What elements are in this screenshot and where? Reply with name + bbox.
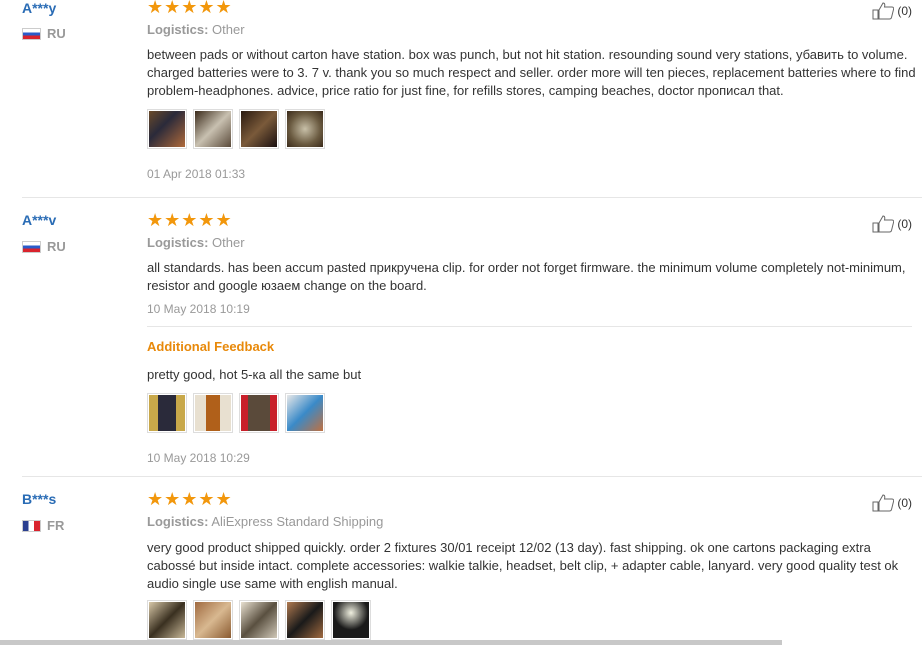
photo-thumbnail[interactable] (193, 109, 233, 149)
photo-thumbnail[interactable] (285, 393, 325, 433)
flag-icon (22, 240, 41, 253)
star-rating: ★★★★★ (147, 210, 233, 230)
review-text: all standards. has been accum pasted при… (147, 260, 906, 293)
like-count: (0) (897, 4, 912, 18)
review-photos (147, 600, 371, 640)
star-rating: ★★★★★ (147, 489, 233, 509)
logistics: Logistics: Other (147, 22, 245, 37)
photo-thumbnail[interactable] (147, 109, 187, 149)
logistics: Logistics: Other (147, 235, 245, 250)
country-code: RU (47, 239, 66, 254)
additional-feedback-date: 10 May 2018 10:29 (147, 451, 250, 465)
additional-feedback-text: pretty good, hot 5-ка all the same but (147, 367, 362, 382)
photo-thumbnail[interactable] (147, 600, 187, 640)
additional-feedback-title: Additional Feedback (147, 339, 275, 354)
photo-thumbnail[interactable] (239, 393, 279, 433)
review-text: between pads or without carton have stat… (147, 47, 916, 98)
thumbs-up-icon (872, 494, 895, 512)
photo-thumbnail[interactable] (239, 600, 279, 640)
divider (22, 476, 922, 477)
reviewer-country: RU (22, 26, 66, 41)
star-rating: ★★★★★ (147, 0, 233, 17)
reviewer-country: FR (22, 518, 64, 533)
reviewer-name[interactable]: A***v (22, 212, 56, 228)
thumbs-up-icon (872, 215, 895, 233)
review-photos (147, 109, 325, 149)
country-code: RU (47, 26, 66, 41)
country-code: FR (47, 518, 65, 533)
photo-thumbnail[interactable] (331, 600, 371, 640)
thumbs-up-icon (872, 2, 895, 20)
review-date: 01 Apr 2018 01:33 (147, 167, 246, 181)
reviewer-country: RU (22, 239, 66, 254)
like-count: (0) (897, 496, 912, 510)
reviewer-name[interactable]: A***y (22, 0, 56, 16)
photo-thumbnail[interactable] (193, 393, 233, 433)
additional-photos (147, 393, 325, 433)
reviewer-name[interactable]: B***s (22, 491, 56, 507)
divider (147, 326, 912, 327)
photo-thumbnail[interactable] (239, 109, 279, 149)
like-button[interactable]: (0) (872, 215, 912, 233)
photo-thumbnail[interactable] (193, 600, 233, 640)
photo-thumbnail[interactable] (285, 600, 325, 640)
divider (22, 197, 922, 198)
review-text: very good product shipped quickly. order… (147, 540, 899, 591)
review-date: 10 May 2018 10:19 (147, 302, 250, 316)
photo-thumbnail[interactable] (147, 393, 187, 433)
like-button[interactable]: (0) (872, 494, 912, 512)
photo-thumbnail[interactable] (285, 109, 325, 149)
horizontal-scrollbar[interactable] (0, 640, 782, 645)
logistics: Logistics: AliExpress Standard Shipping (147, 514, 384, 529)
flag-icon (22, 519, 41, 532)
flag-icon (22, 27, 41, 40)
like-button[interactable]: (0) (872, 2, 912, 20)
like-count: (0) (897, 217, 912, 231)
